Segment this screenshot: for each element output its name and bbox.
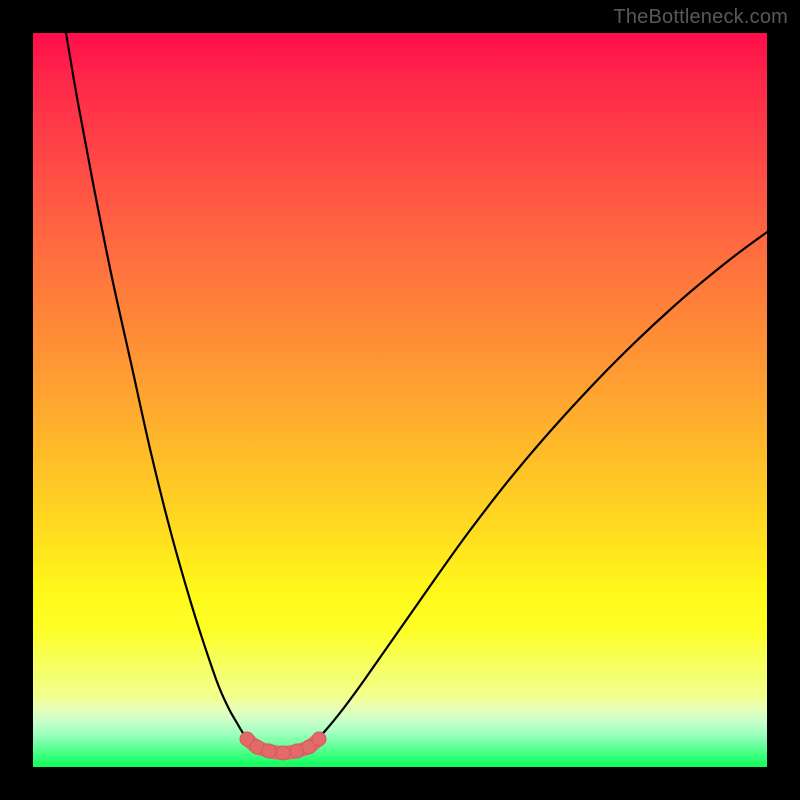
curve-layer [33, 33, 767, 767]
valley-marker [276, 746, 290, 760]
valley-markers [240, 732, 326, 760]
valley-marker [312, 732, 326, 746]
valley-marker [262, 744, 276, 758]
watermark-text: TheBottleneck.com [613, 6, 788, 29]
bottleneck-curve [66, 33, 767, 753]
chart-frame: TheBottleneck.com [0, 0, 800, 800]
plot-area [33, 33, 767, 767]
